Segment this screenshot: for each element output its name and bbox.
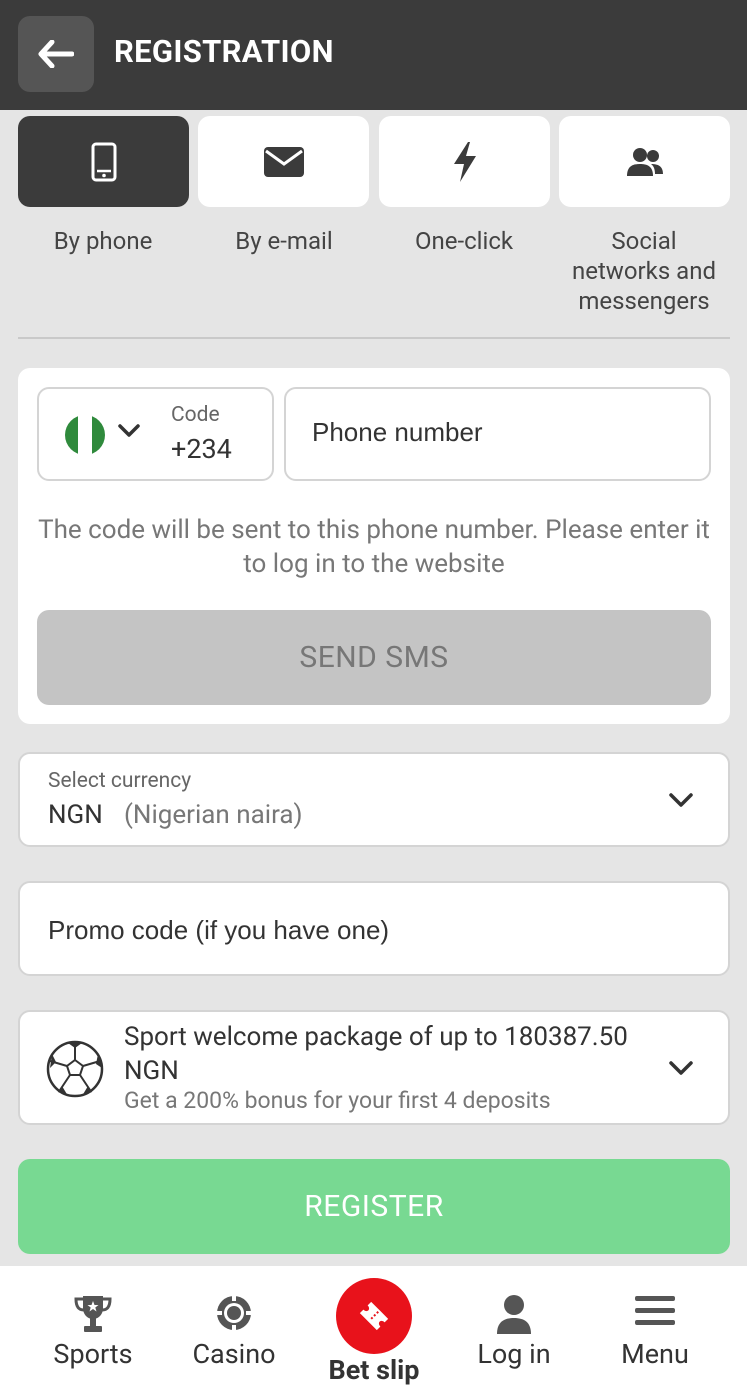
nigeria-flag-icon (65, 415, 105, 455)
phone-number-input[interactable] (312, 417, 692, 448)
method-label-by-phone: By phone (53, 227, 153, 255)
nav-sports[interactable]: Sports (23, 1266, 163, 1396)
arrow-left-icon (38, 40, 74, 68)
lightning-icon (453, 141, 476, 182)
nav-bet-slip[interactable]: Bet slip (304, 1266, 444, 1396)
currency-select[interactable]: Select currency NGN (Nigerian naira) (18, 752, 730, 847)
users-icon (626, 147, 663, 176)
country-code-selector[interactable]: Code +234 (37, 387, 274, 481)
nav-label-casino: Casino (192, 1338, 276, 1370)
email-icon (263, 146, 304, 177)
currency-label: Select currency (48, 769, 192, 793)
nav-label-menu: Menu (621, 1338, 689, 1370)
bet-slip-badge (336, 1278, 412, 1354)
bonus-title: Sport welcome package of up to 180387.50… (124, 1022, 628, 1086)
phone-number-field[interactable] (284, 387, 711, 481)
method-social-networks[interactable] (559, 116, 730, 207)
bonus-subtitle: Get a 200% bonus for your first 4 deposi… (124, 1087, 551, 1114)
nav-casino[interactable]: Casino (164, 1266, 304, 1396)
promo-code-input[interactable] (48, 915, 688, 946)
currency-code: NGN (48, 800, 103, 830)
divider (18, 337, 730, 339)
nav-label-sports: Sports (53, 1338, 133, 1370)
method-by-email[interactable] (198, 116, 369, 207)
trophy-icon (74, 1296, 112, 1332)
promo-code-field[interactable] (18, 881, 730, 976)
chevron-down-icon (118, 424, 140, 437)
method-by-phone[interactable] (18, 116, 189, 207)
user-icon (497, 1295, 531, 1334)
code-label: Code (171, 403, 220, 427)
chevron-down-icon (669, 1061, 693, 1075)
chevron-down-icon (669, 793, 693, 807)
method-label-one-click: One-click (414, 227, 514, 255)
sms-hint-text: The code will be sent to this phone numb… (38, 515, 710, 579)
nav-menu[interactable]: Menu (585, 1266, 725, 1396)
bonus-select[interactable]: Sport welcome package of up to 180387.50… (18, 1010, 730, 1125)
nav-label-log-in: Log in (477, 1338, 551, 1370)
nav-log-in[interactable]: Log in (444, 1266, 584, 1396)
back-button[interactable] (18, 16, 94, 92)
method-label-by-email: By e-mail (235, 227, 333, 255)
register-button[interactable]: REGISTER (18, 1159, 730, 1254)
header-bar: REGISTRATION (0, 0, 747, 110)
phone-form-card: Code +234 The code will be sent to this … (18, 368, 730, 724)
ticket-icon (359, 1301, 389, 1331)
hamburger-menu-icon (635, 1296, 675, 1325)
method-label-social: Social networks and messengers (571, 227, 717, 315)
currency-name: (Nigerian naira) (124, 800, 303, 830)
bottom-nav: Sports Casino Bet slip Log in Menu (0, 1266, 747, 1396)
phone-icon (91, 142, 116, 181)
casino-chip-icon (216, 1295, 252, 1331)
method-one-click[interactable] (379, 116, 550, 207)
soccer-ball-icon (46, 1040, 104, 1098)
send-sms-button[interactable]: SEND SMS (37, 610, 711, 705)
nav-label-bet-slip: Bet slip (328, 1354, 420, 1386)
page-title: REGISTRATION (114, 33, 334, 70)
code-value: +234 (171, 433, 232, 465)
